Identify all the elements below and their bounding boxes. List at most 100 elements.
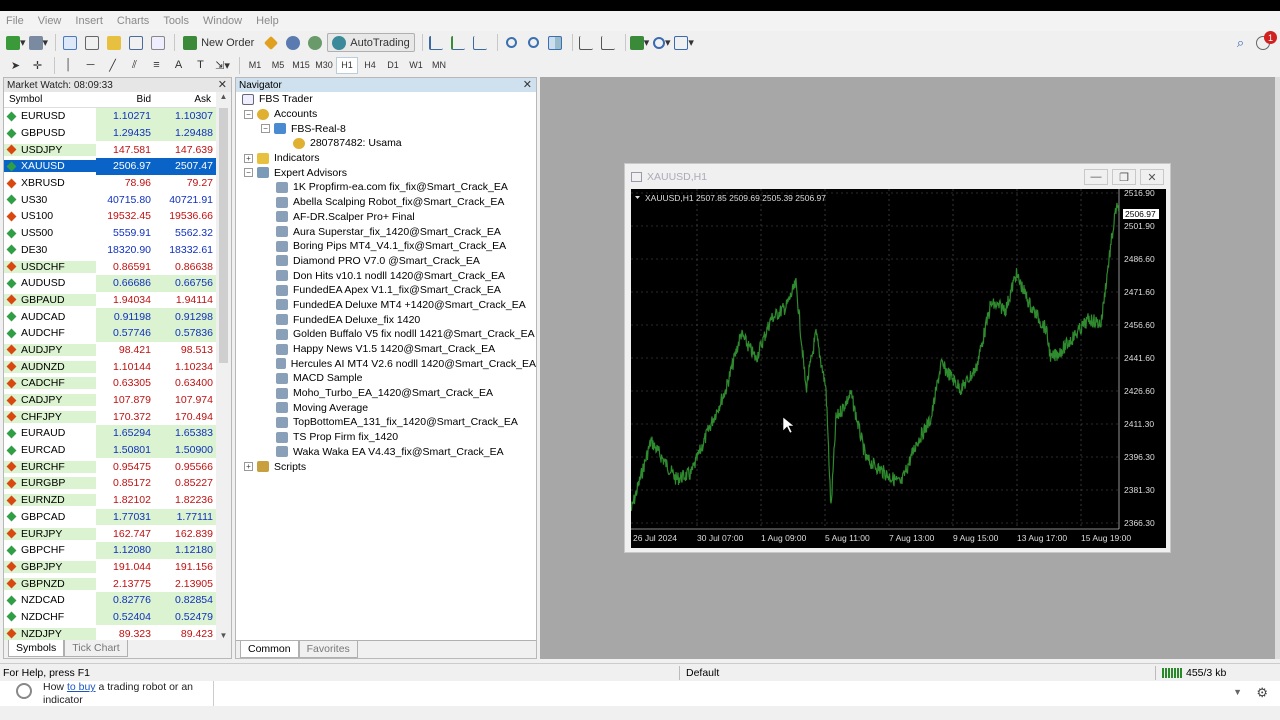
minimize-button[interactable]: —: [1084, 169, 1108, 185]
scroll-up-icon[interactable]: ▲: [216, 92, 231, 101]
expert-advisor-item[interactable]: FundedEA Apex V1.1_fix@Smart_Crack_EA: [236, 283, 536, 298]
market-row[interactable]: GBPCHF 1.12080 1.12180: [4, 541, 216, 559]
tab-tick-chart[interactable]: Tick Chart: [64, 640, 128, 657]
notifications-button[interactable]: 1: [1253, 31, 1277, 52]
chart-shift-button[interactable]: [577, 33, 596, 52]
expert-advisor-item[interactable]: MACD Sample: [236, 371, 536, 386]
expert-advisor-item[interactable]: TopBottomEA_131_fix_1420@Smart_Crack_EA: [236, 415, 536, 430]
text-icon[interactable]: A: [169, 56, 188, 75]
menu-help[interactable]: Help: [256, 15, 279, 27]
expert-advisor-item[interactable]: Moving Average: [236, 400, 536, 415]
market-row[interactable]: CADJPY 107.879 107.974: [4, 391, 216, 409]
expert-advisor-item[interactable]: TS Prop Firm fix_1420: [236, 430, 536, 445]
indicators-button[interactable]: ▾: [629, 33, 649, 52]
market-row[interactable]: GBPUSD 1.29435 1.29488: [4, 124, 216, 142]
expert-advisor-item[interactable]: Golden Buffalo V5 fix nodll 1421@Smart_C…: [236, 327, 536, 342]
expert-advisor-item[interactable]: Waka Waka EA V4.43_fix@Smart_Crack_EA: [236, 445, 536, 460]
expert-advisor-item[interactable]: AF-DR.Scalper Pro+ Final: [236, 210, 536, 225]
equidistant-channel-icon[interactable]: ⫽: [125, 56, 144, 75]
tab-favorites[interactable]: Favorites: [298, 641, 358, 658]
timeframe-d1[interactable]: D1: [382, 57, 404, 74]
status-profile[interactable]: Default: [686, 667, 719, 679]
market-row[interactable]: XBRUSD 78.96 79.27: [4, 174, 216, 192]
market-row[interactable]: AUDNZD 1.10144 1.10234: [4, 358, 216, 375]
timeframe-h4[interactable]: H4: [359, 57, 381, 74]
market-row[interactable]: US500 5559.91 5562.32: [4, 224, 216, 242]
collapse-icon[interactable]: −: [244, 109, 253, 119]
market-row[interactable]: AUDCHF 0.57746 0.57836: [4, 324, 216, 342]
tree-account[interactable]: 280787482: Usama: [236, 136, 536, 151]
menu-insert[interactable]: Insert: [75, 15, 103, 27]
expand-icon[interactable]: +: [244, 462, 253, 472]
horizontal-line-icon[interactable]: ─: [81, 56, 100, 75]
market-row[interactable]: NZDCHF 0.52404 0.52479: [4, 608, 216, 626]
column-header-symbol[interactable]: Symbol: [4, 94, 96, 105]
navigator-button[interactable]: [104, 33, 123, 52]
market-row[interactable]: EURAUD 1.65294 1.65383: [4, 425, 216, 442]
market-row[interactable]: GBPCAD 1.77031 1.77111: [4, 508, 216, 526]
settings-icon[interactable]: ⚙: [1256, 685, 1268, 701]
expert-advisor-item[interactable]: FundedEA Deluxe MT4 +1420@Smart_Crack_EA: [236, 298, 536, 313]
market-row[interactable]: NZDCAD 0.82776 0.82854: [4, 591, 216, 609]
timeframe-h1[interactable]: H1: [336, 56, 358, 74]
menu-charts[interactable]: Charts: [117, 15, 149, 27]
expert-advisor-item[interactable]: Abella Scalping Robot_fix@Smart_Crack_EA: [236, 195, 536, 210]
tree-root[interactable]: FBS Trader: [236, 92, 536, 107]
arrows-icon[interactable]: ⇲▾: [213, 56, 232, 75]
new-chart-button[interactable]: ▾: [6, 33, 26, 52]
tree-indicators[interactable]: + Indicators: [236, 151, 536, 166]
status-traffic[interactable]: 455/3 kb: [1186, 667, 1226, 679]
restore-button[interactable]: ❐: [1112, 169, 1136, 185]
close-icon[interactable]: ✕: [523, 78, 532, 91]
periods-button[interactable]: ▾: [652, 33, 671, 52]
market-row[interactable]: EURJPY 162.747 162.839: [4, 525, 216, 542]
templates-button[interactable]: ▾: [674, 33, 694, 52]
new-order-button[interactable]: New Order: [179, 33, 258, 52]
column-header-ask[interactable]: Ask: [154, 94, 214, 105]
tree-scripts[interactable]: + Scripts: [236, 459, 536, 474]
collapse-icon[interactable]: −: [261, 124, 270, 134]
fibonacci-icon[interactable]: ≡: [147, 56, 166, 75]
zoom-in-button[interactable]: [502, 33, 521, 52]
signals-button[interactable]: [283, 33, 302, 52]
metaeditor-button[interactable]: [261, 33, 280, 52]
menu-tools[interactable]: Tools: [163, 15, 189, 27]
expert-advisor-item[interactable]: 1K Propfirm-ea.com fix_fix@Smart_Crack_E…: [236, 180, 536, 195]
market-row[interactable]: AUDUSD 0.66686 0.66756: [4, 274, 216, 292]
autotrading-button[interactable]: AutoTrading: [327, 33, 415, 52]
market-watch-button[interactable]: [60, 33, 79, 52]
expert-advisor-item[interactable]: Boring Pips MT4_V4.1_fix@Smart_Crack_EA: [236, 239, 536, 254]
market-row[interactable]: EURCHF 0.95475 0.95566: [4, 458, 216, 476]
tab-common[interactable]: Common: [240, 641, 299, 658]
market-row[interactable]: EURNZD 1.82102 1.82236: [4, 491, 216, 509]
trendline-icon[interactable]: ╱: [103, 56, 122, 75]
market-watch-scrollbar[interactable]: ▲ ▼: [216, 92, 231, 640]
chevron-down-icon[interactable]: ▼: [1233, 687, 1242, 697]
menu-file[interactable]: File: [6, 15, 24, 27]
vertical-line-icon[interactable]: │: [59, 56, 78, 75]
timeframe-m5[interactable]: M5: [267, 57, 289, 74]
search-icon[interactable]: ⌕: [1231, 33, 1250, 52]
market-button[interactable]: [305, 33, 324, 52]
timeframe-m30[interactable]: M30: [313, 57, 335, 74]
market-row[interactable]: EURCAD 1.50801 1.50900: [4, 441, 216, 459]
market-row[interactable]: XAUUSD 2506.97 2507.47: [4, 158, 216, 175]
expert-advisor-item[interactable]: Happy News V1.5 1420@Smart_Crack_EA: [236, 342, 536, 357]
market-row[interactable]: GBPNZD 2.13775 2.13905: [4, 575, 216, 592]
menu-window[interactable]: Window: [203, 15, 242, 27]
chart-window-title-bar[interactable]: XAUUSD,H1 — ❐ ✕: [625, 164, 1170, 190]
close-icon[interactable]: ✕: [218, 78, 227, 91]
timeframe-mn[interactable]: MN: [428, 57, 450, 74]
timeframe-m15[interactable]: M15: [290, 57, 312, 74]
candlestick-button[interactable]: [449, 33, 468, 52]
market-row[interactable]: USDCHF 0.86591 0.86638: [4, 258, 216, 275]
market-row[interactable]: DE30 18320.90 18332.61: [4, 241, 216, 259]
market-row[interactable]: GBPAUD 1.94034 1.94114: [4, 291, 216, 309]
market-row[interactable]: US100 19532.45 19536.66: [4, 208, 216, 225]
collapse-icon[interactable]: −: [244, 168, 253, 178]
menu-view[interactable]: View: [38, 15, 62, 27]
market-row[interactable]: EURUSD 1.10271 1.10307: [4, 108, 216, 125]
zoom-out-button[interactable]: [524, 33, 543, 52]
market-row[interactable]: EURGBP 0.85172 0.85227: [4, 475, 216, 492]
market-row[interactable]: US30 40715.80 40721.91: [4, 191, 216, 209]
